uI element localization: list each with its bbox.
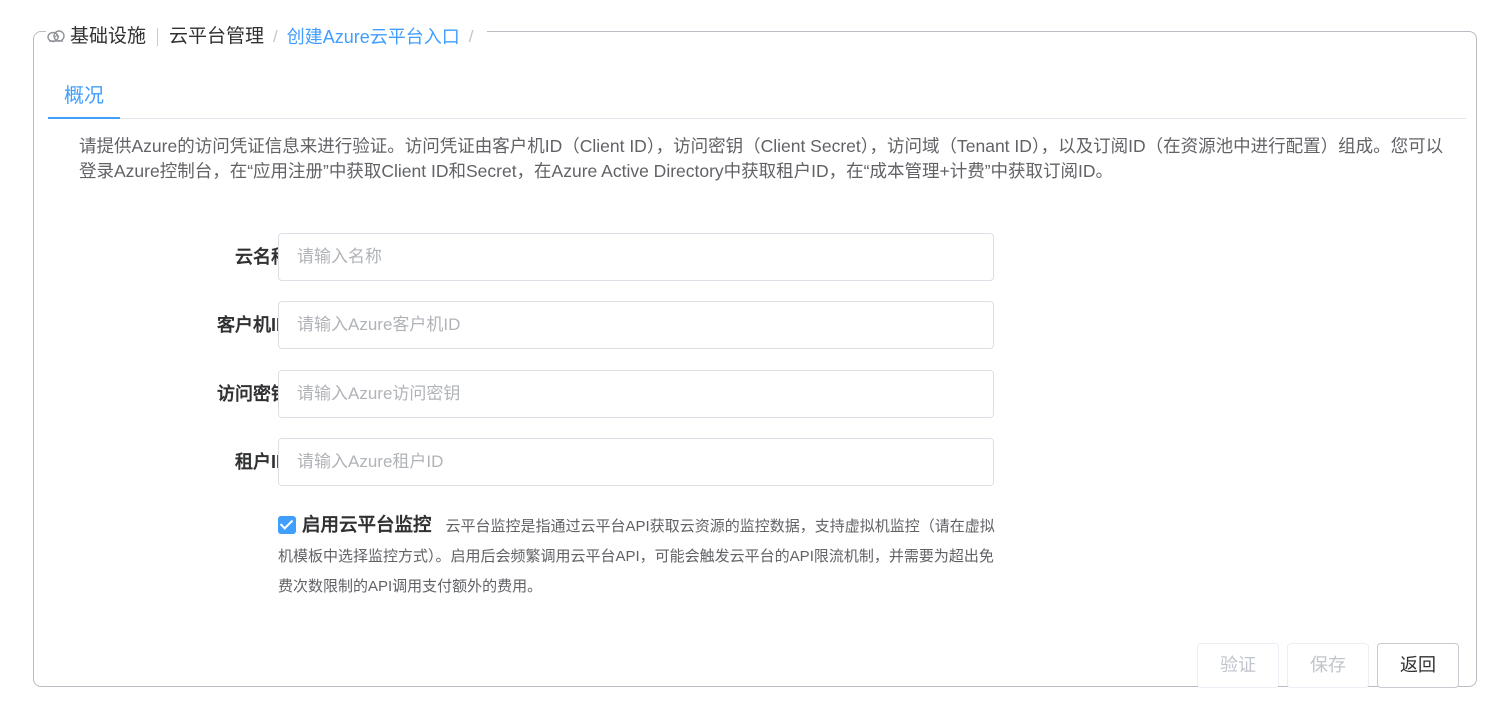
client-secret-input[interactable] (278, 370, 994, 418)
cloud-name-input[interactable] (278, 233, 994, 281)
breadcrumb-create-azure[interactable]: 创建Azure云平台入口 (287, 24, 460, 50)
tab-bar: 概况 (48, 76, 1466, 119)
monitor-section: 启用云平台监控 云平台监控是指通过云平台API获取云资源的监控数据，支持虚拟机监控… (278, 510, 1008, 602)
save-button[interactable]: 保存 (1287, 643, 1369, 688)
enable-monitor-label[interactable]: 启用云平台监控 (302, 514, 432, 535)
back-button[interactable]: 返回 (1377, 643, 1459, 688)
verify-button[interactable]: 验证 (1197, 643, 1279, 688)
breadcrumb: 基础设施 云平台管理 / 创建Azure云平台入口 / (46, 24, 487, 50)
form-row-client-id: 客户机ID* (34, 301, 1034, 349)
tab-overview[interactable]: 概况 (48, 76, 120, 119)
create-cloud-panel: 基础设施 云平台管理 / 创建Azure云平台入口 / 概况 请提供Azure的… (33, 24, 1477, 688)
client-id-input[interactable] (278, 301, 994, 349)
form-row-tenant-id: 租户ID* (34, 438, 1034, 486)
breadcrumb-divider (157, 28, 159, 46)
breadcrumb-infrastructure[interactable]: 基础设施 (70, 24, 146, 50)
breadcrumb-trailing-separator: / (468, 27, 474, 46)
credential-description: 请提供Azure的访问凭证信息来进行验证。访问凭证由客户机ID（Client I… (79, 136, 1444, 181)
cloud-infrastructure-icon (47, 30, 65, 43)
enable-monitor-checkbox[interactable] (278, 516, 296, 534)
breadcrumb-cloud-management[interactable]: 云平台管理 (169, 24, 264, 50)
form-row-cloud-name: 云名称* (34, 233, 1034, 281)
form-row-client-secret: 访问密钥* (34, 370, 1034, 418)
tenant-id-input[interactable] (278, 438, 994, 486)
breadcrumb-separator: / (273, 27, 278, 46)
